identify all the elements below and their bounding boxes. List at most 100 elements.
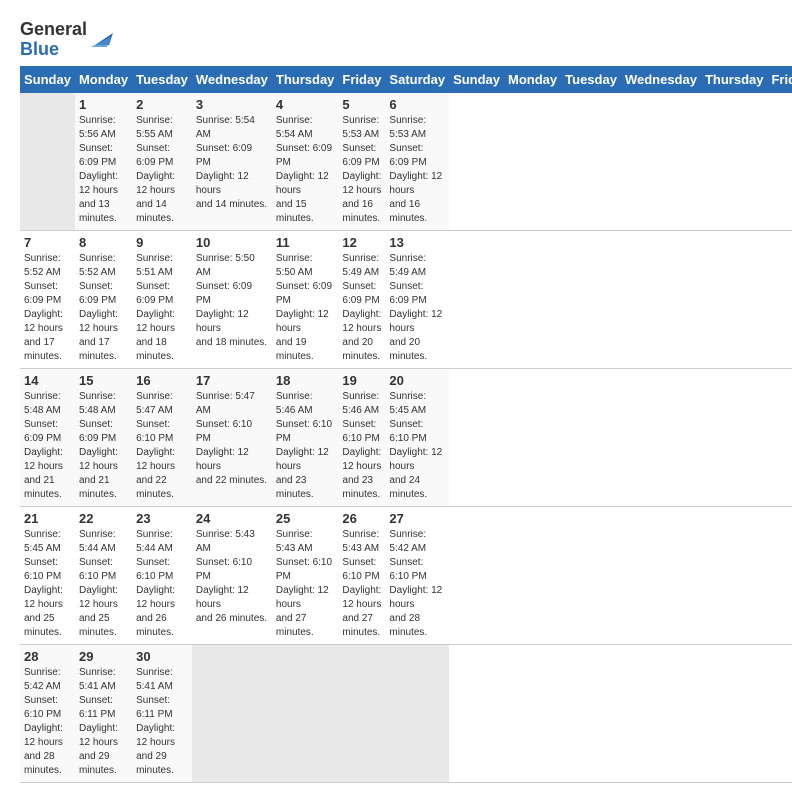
day-number: 13 [389, 235, 445, 250]
day-number: 25 [276, 511, 335, 526]
calendar-cell: 18 Sunrise: 5:46 AM Sunset: 6:10 PM Dayli… [272, 368, 339, 506]
day-number: 29 [79, 649, 128, 664]
calendar-cell: 22Sunrise: 5:44 AM Sunset: 6:10 PM Dayli… [75, 506, 132, 644]
day-info: Sunrise: 5:51 AM Sunset: 6:09 PM Dayligh… [136, 252, 188, 364]
calendar-cell: 20Sunrise: 5:45 AM Sunset: 6:10 PM Dayli… [385, 368, 449, 506]
calendar-cell: 26 Sunrise: 5:43 AM Sunset: 6:10 PM Dayli… [338, 506, 385, 644]
day-info: Sunrise: 5:43 AM Sunset: 6:10 PM Dayligh… [196, 528, 268, 626]
day-info: Sunrise: 5:55 AM Sunset: 6:09 PM Dayligh… [136, 114, 188, 226]
calendar-cell: 5 Sunrise: 5:53 AM Sunset: 6:09 PM Daylig… [338, 93, 385, 231]
column-header-thursday: Thursday [272, 66, 339, 93]
day-number: 24 [196, 511, 268, 526]
day-number: 3 [196, 97, 268, 112]
day-info: Sunrise: 5:52 AM Sunset: 6:09 PM Dayligh… [79, 252, 128, 364]
calendar-cell: 29 Sunrise: 5:41 AM Sunset: 6:11 PM Dayli… [75, 644, 132, 782]
day-info: Sunrise: 5:46 AM Sunset: 6:10 PM Dayligh… [276, 390, 335, 502]
calendar-cell: 10Sunrise: 5:50 AM Sunset: 6:09 PM Dayli… [192, 230, 272, 368]
page-header: General Blue [20, 20, 772, 60]
day-number: 7 [24, 235, 71, 250]
calendar-table: SundayMondayTuesdayWednesdayThursdayFrid… [20, 66, 792, 783]
calendar-cell: 16 Sunrise: 5:47 AM Sunset: 6:10 PM Dayli… [132, 368, 192, 506]
column-header-wednesday: Wednesday [621, 66, 701, 93]
calendar-cell: 21Sunrise: 5:45 AM Sunset: 6:10 PM Dayli… [20, 506, 75, 644]
column-header-tuesday: Tuesday [561, 66, 621, 93]
day-number: 19 [342, 373, 381, 388]
column-header-monday: Monday [504, 66, 561, 93]
calendar-cell: 24 Sunrise: 5:43 AM Sunset: 6:10 PM Dayli… [192, 506, 272, 644]
calendar-cell [192, 644, 272, 782]
calendar-week-row: 7 Sunrise: 5:52 AM Sunset: 6:09 PM Daylig… [20, 230, 792, 368]
calendar-cell [338, 644, 385, 782]
day-number: 5 [342, 97, 381, 112]
logo: General Blue [20, 20, 113, 60]
day-number: 27 [389, 511, 445, 526]
day-number: 28 [24, 649, 71, 664]
calendar-cell: 19 Sunrise: 5:46 AM Sunset: 6:10 PM Dayli… [338, 368, 385, 506]
calendar-cell: 13 Sunrise: 5:49 AM Sunset: 6:09 PM Dayli… [385, 230, 449, 368]
calendar-cell [20, 93, 75, 231]
calendar-cell [272, 644, 339, 782]
calendar-week-row: 14Sunrise: 5:48 AM Sunset: 6:09 PM Dayli… [20, 368, 792, 506]
day-number: 18 [276, 373, 335, 388]
day-info: Sunrise: 5:43 AM Sunset: 6:10 PM Dayligh… [342, 528, 381, 640]
day-number: 1 [79, 97, 128, 112]
day-info: Sunrise: 5:42 AM Sunset: 6:10 PM Dayligh… [24, 666, 71, 778]
calendar-cell: 2 Sunrise: 5:55 AM Sunset: 6:09 PM Daylig… [132, 93, 192, 231]
calendar-header-row: SundayMondayTuesdayWednesdayThursdayFrid… [20, 66, 792, 93]
logo-general-text: General [20, 20, 87, 40]
day-number: 11 [276, 235, 335, 250]
calendar-cell: 14Sunrise: 5:48 AM Sunset: 6:09 PM Dayli… [20, 368, 75, 506]
day-number: 26 [342, 511, 381, 526]
calendar-cell: 6 Sunrise: 5:53 AM Sunset: 6:09 PM Daylig… [385, 93, 449, 231]
calendar-cell: 4Sunrise: 5:54 AM Sunset: 6:09 PM Daylig… [272, 93, 339, 231]
calendar-cell: 17Sunrise: 5:47 AM Sunset: 6:10 PM Dayli… [192, 368, 272, 506]
logo-bird-icon [91, 25, 113, 55]
calendar-week-row: 21Sunrise: 5:45 AM Sunset: 6:10 PM Dayli… [20, 506, 792, 644]
day-info: Sunrise: 5:41 AM Sunset: 6:11 PM Dayligh… [79, 666, 128, 778]
day-info: Sunrise: 5:45 AM Sunset: 6:10 PM Dayligh… [24, 528, 71, 640]
day-info: Sunrise: 5:48 AM Sunset: 6:09 PM Dayligh… [79, 390, 128, 502]
calendar-cell: 28 Sunrise: 5:42 AM Sunset: 6:10 PM Dayli… [20, 644, 75, 782]
day-number: 2 [136, 97, 188, 112]
column-header-friday: Friday [338, 66, 385, 93]
day-number: 22 [79, 511, 128, 526]
column-header-friday: Friday [767, 66, 792, 93]
day-number: 23 [136, 511, 188, 526]
column-header-tuesday: Tuesday [132, 66, 192, 93]
day-info: Sunrise: 5:42 AM Sunset: 6:10 PM Dayligh… [389, 528, 445, 640]
day-info: Sunrise: 5:53 AM Sunset: 6:09 PM Dayligh… [342, 114, 381, 226]
day-info: Sunrise: 5:56 AM Sunset: 6:09 PM Dayligh… [79, 114, 128, 226]
day-info: Sunrise: 5:53 AM Sunset: 6:09 PM Dayligh… [389, 114, 445, 226]
calendar-cell: 25Sunrise: 5:43 AM Sunset: 6:10 PM Dayli… [272, 506, 339, 644]
day-info: Sunrise: 5:44 AM Sunset: 6:10 PM Dayligh… [136, 528, 188, 640]
calendar-week-row: 1 Sunrise: 5:56 AM Sunset: 6:09 PM Daylig… [20, 93, 792, 231]
column-header-sunday: Sunday [20, 66, 75, 93]
column-header-monday: Monday [75, 66, 132, 93]
day-info: Sunrise: 5:47 AM Sunset: 6:10 PM Dayligh… [136, 390, 188, 502]
calendar-cell: 30Sunrise: 5:41 AM Sunset: 6:11 PM Dayli… [132, 644, 192, 782]
day-number: 20 [389, 373, 445, 388]
column-header-wednesday: Wednesday [192, 66, 272, 93]
day-number: 16 [136, 373, 188, 388]
day-info: Sunrise: 5:52 AM Sunset: 6:09 PM Dayligh… [24, 252, 71, 364]
day-info: Sunrise: 5:46 AM Sunset: 6:10 PM Dayligh… [342, 390, 381, 502]
day-info: Sunrise: 5:54 AM Sunset: 6:09 PM Dayligh… [276, 114, 335, 226]
day-number: 6 [389, 97, 445, 112]
calendar-week-row: 28 Sunrise: 5:42 AM Sunset: 6:10 PM Dayli… [20, 644, 792, 782]
calendar-cell: 7 Sunrise: 5:52 AM Sunset: 6:09 PM Daylig… [20, 230, 75, 368]
day-number: 30 [136, 649, 188, 664]
calendar-cell: 3Sunrise: 5:54 AM Sunset: 6:09 PM Daylig… [192, 93, 272, 231]
column-header-saturday: Saturday [385, 66, 449, 93]
day-number: 12 [342, 235, 381, 250]
calendar-cell: 12Sunrise: 5:49 AM Sunset: 6:09 PM Dayli… [338, 230, 385, 368]
day-number: 9 [136, 235, 188, 250]
calendar-cell: 1 Sunrise: 5:56 AM Sunset: 6:09 PM Daylig… [75, 93, 132, 231]
calendar-cell [385, 644, 449, 782]
day-number: 15 [79, 373, 128, 388]
day-info: Sunrise: 5:48 AM Sunset: 6:09 PM Dayligh… [24, 390, 71, 502]
day-number: 10 [196, 235, 268, 250]
day-number: 8 [79, 235, 128, 250]
day-number: 17 [196, 373, 268, 388]
calendar-cell: 8 Sunrise: 5:52 AM Sunset: 6:09 PM Daylig… [75, 230, 132, 368]
day-info: Sunrise: 5:49 AM Sunset: 6:09 PM Dayligh… [389, 252, 445, 364]
